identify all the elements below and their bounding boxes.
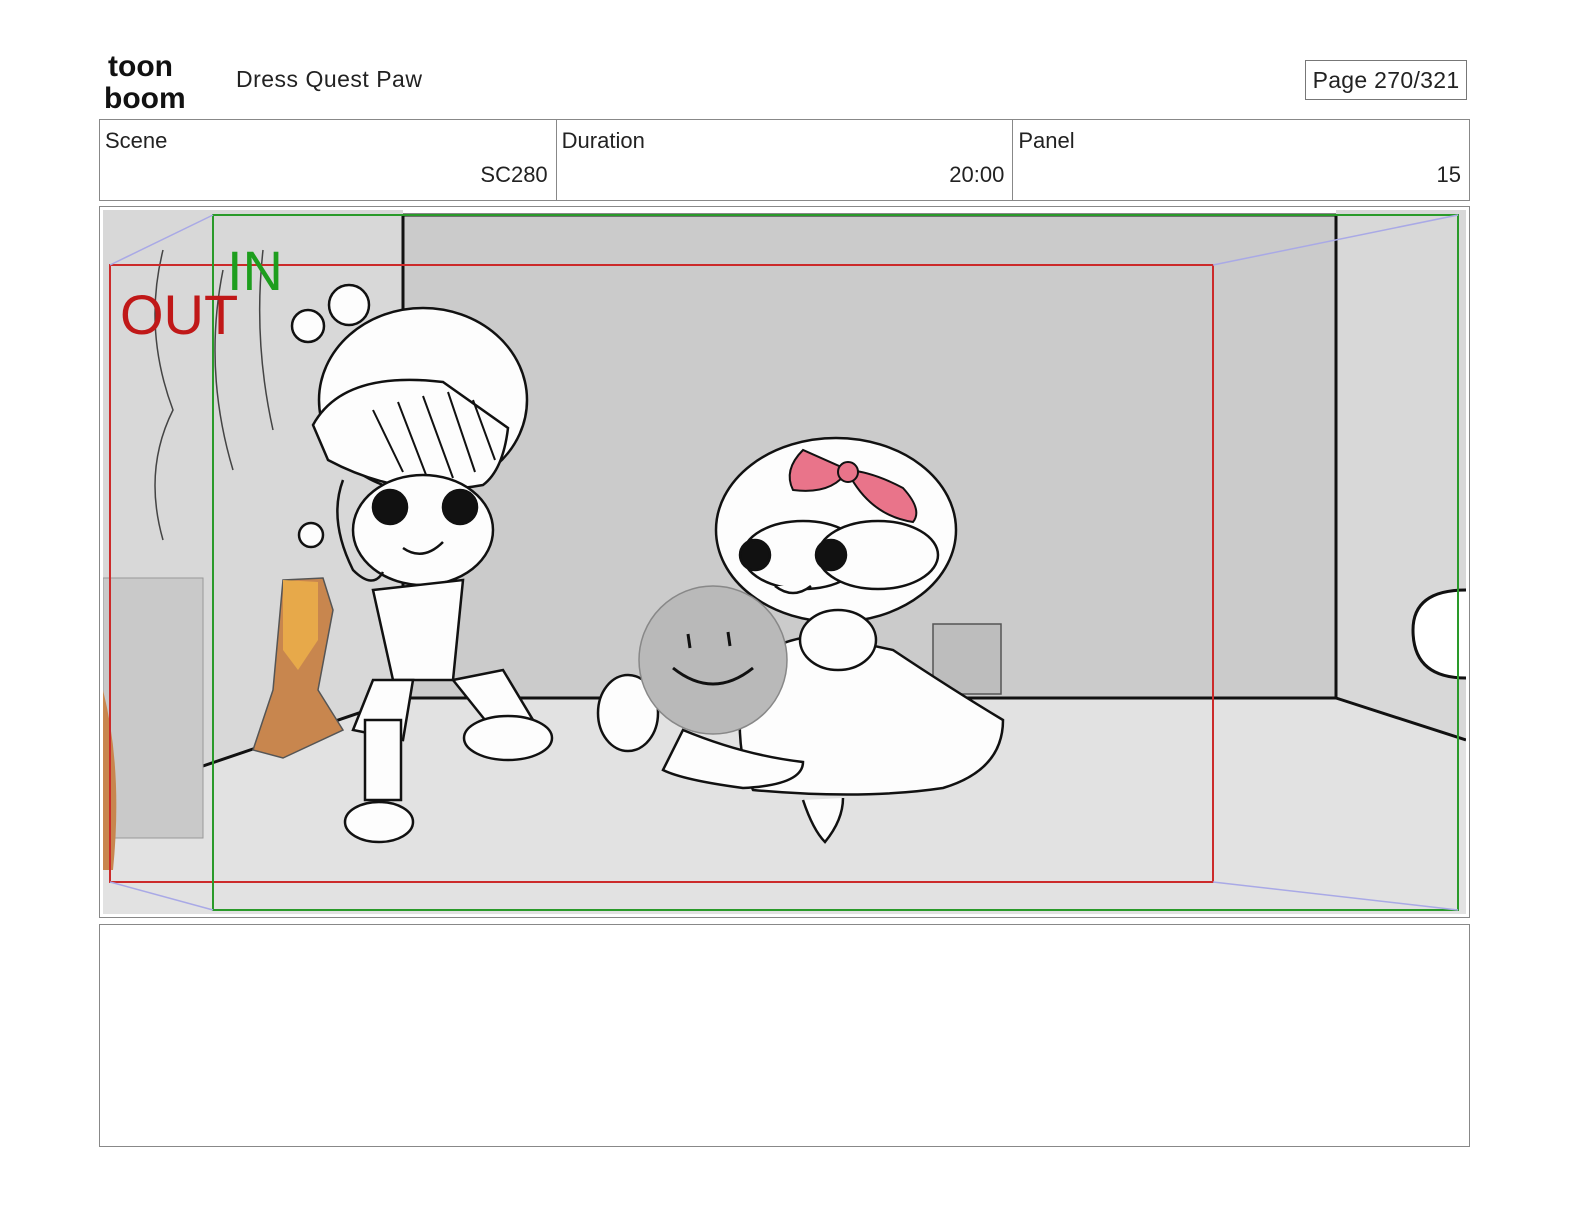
scene-cell: Scene SC280 [100, 120, 557, 200]
panel-cell: Panel 15 [1013, 120, 1469, 200]
panel-label: Panel [1018, 128, 1075, 153]
panel-drawing: OUT IN [103, 210, 1466, 914]
smiley-ball [638, 585, 788, 735]
scene-info-table: Scene SC280 Duration 20:00 Panel 15 [99, 119, 1470, 201]
duration-cell: Duration 20:00 [557, 120, 1014, 200]
duration-value: 20:00 [949, 162, 1005, 187]
scene-label: Scene [105, 128, 168, 153]
scene-value: SC280 [480, 162, 548, 187]
toon-boom-logo: toon boom [104, 50, 216, 115]
caption-box [99, 924, 1470, 1147]
camera-in-label: IN [227, 239, 283, 302]
camera-out-label: OUT [120, 283, 238, 346]
duration-label: Duration [561, 128, 645, 153]
logo-text-top: toon [108, 50, 173, 83]
project-title: Dress Quest Paw [236, 66, 423, 92]
panel-value: 15 [1436, 162, 1462, 187]
storyboard-panel: OUT IN [99, 206, 1470, 918]
logo-text-bottom: boom [104, 82, 186, 112]
page-counter: Page 270/321 [1305, 60, 1467, 100]
